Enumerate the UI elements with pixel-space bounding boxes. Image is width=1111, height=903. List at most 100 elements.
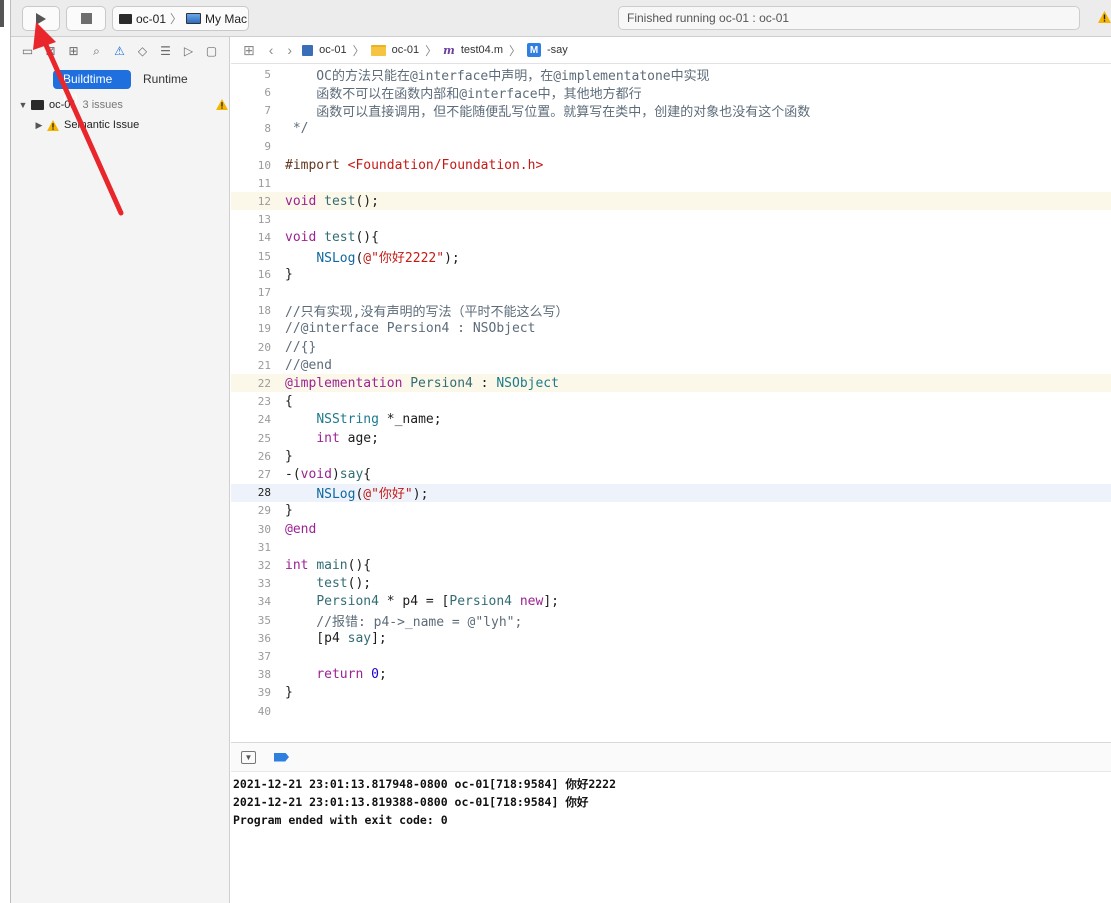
symbol-icon[interactable]: ⊞ — [65, 44, 82, 58]
terminal-target-icon — [119, 13, 132, 24]
code-line[interactable]: 28 NSLog(@"你好"); — [231, 483, 1111, 502]
line-number: 5 — [264, 67, 271, 81]
console-output[interactable]: 2021-12-21 23:01:13.817948-0800 oc-01[71… — [231, 772, 1111, 903]
back-button[interactable]: ‹ — [265, 42, 278, 58]
toolbar: oc-01 〉 My Mac Finished running oc-01 : … — [0, 0, 1111, 37]
run-button[interactable] — [22, 6, 60, 31]
report-icon[interactable]: ▢ — [203, 44, 220, 58]
mac-device-icon — [186, 13, 202, 24]
stop-icon — [80, 13, 92, 24]
code-text: @end — [285, 521, 317, 537]
breakpoint-icon[interactable]: ▷ — [180, 44, 197, 58]
code-text: @implementation Persion4 : NSObject — [285, 375, 559, 391]
code-line[interactable]: 6 函数不可以在函数内部和@interface中，其他地方都行 — [231, 83, 1111, 102]
code-text: */ — [285, 121, 309, 137]
play-icon — [36, 12, 46, 25]
code-text: } — [285, 685, 293, 701]
code-line[interactable]: 8 */ — [231, 120, 1111, 138]
code-line[interactable]: 20 //{} — [231, 338, 1111, 356]
code-line[interactable]: 40 — [231, 702, 1111, 720]
code-line[interactable]: 19 //@interface Persion4 : NSObject — [231, 320, 1111, 338]
code-line[interactable]: 10 #import <Foundation/Foundation.h> — [231, 156, 1111, 174]
code-text: Persion4 * p4 = [Persion4 new]; — [316, 594, 559, 610]
code-line[interactable]: 30 @end — [231, 520, 1111, 538]
code-line[interactable]: 11 — [231, 174, 1111, 192]
hide-debug-area-button[interactable]: ▼ — [241, 750, 256, 764]
code-line[interactable]: 33 test(); — [231, 575, 1111, 593]
code-line[interactable]: 22 @implementation Persion4 : NSObject — [231, 374, 1111, 393]
code-line[interactable]: 34 Persion4 * p4 = [Persion4 new]; — [231, 593, 1111, 611]
code-line[interactable]: 36 [p4 say]; — [231, 629, 1111, 647]
code-line[interactable]: 32 int main(){ — [231, 556, 1111, 574]
code-line[interactable]: 25 int age; — [231, 429, 1111, 447]
code-line[interactable]: 17 — [231, 283, 1111, 301]
code-line[interactable]: 5 OC的方法只能在@interface中声明，在@implementatone… — [231, 65, 1111, 84]
search-icon[interactable]: ⌕ — [88, 44, 105, 58]
code-line[interactable]: 26} — [231, 447, 1111, 465]
code-line[interactable]: 37 — [231, 647, 1111, 665]
code-line[interactable]: 35 //报错: p4->_name = @"lyh"; — [231, 611, 1111, 630]
code-text: int main(){ — [285, 557, 372, 573]
issue-group-row[interactable]: ▶ Semantic Issue — [33, 116, 140, 134]
code-text: //@end — [285, 357, 332, 373]
disclosure-open-icon[interactable]: ▼ — [17, 100, 29, 110]
chevron-right-icon: 〉 — [425, 43, 438, 58]
code-line[interactable]: 16} — [231, 265, 1111, 283]
code-text: //{} — [285, 339, 317, 355]
code-line[interactable]: 27 -(void)say{ — [231, 465, 1111, 483]
issue-navigator: ▭ ⊠ ⊞ ⌕ ⚠ ◇ ☰ ▷ ▢ Buildtime (3) Runtime … — [11, 37, 230, 903]
code-line[interactable]: 31 — [231, 538, 1111, 556]
scheme-target-label: oc-01 — [136, 11, 167, 26]
line-number: 39 — [257, 686, 271, 700]
code-line[interactable]: 29} — [231, 502, 1111, 520]
crumb-project[interactable]: oc-01 — [319, 44, 347, 56]
issue-icon[interactable]: ⚠ — [111, 44, 128, 58]
code-line[interactable]: 15 NSLog(@"你好2222"); — [231, 247, 1111, 266]
code-line[interactable]: 38 return 0; — [231, 666, 1111, 684]
line-number: 13 — [257, 213, 271, 227]
test-icon[interactable]: ◇ — [134, 44, 151, 58]
code-line[interactable]: 14 void test(){ — [231, 229, 1111, 247]
console-line: Program ended with exit code: 0 — [233, 813, 448, 827]
line-number: 8 — [264, 122, 271, 136]
line-number: 23 — [257, 395, 271, 409]
tab-buildtime[interactable]: Buildtime (3) — [53, 70, 131, 105]
crumb-file[interactable]: test04.m — [461, 44, 503, 56]
code-line[interactable]: 21 //@end — [231, 356, 1111, 374]
breakpoints-toggle-icon[interactable] — [274, 752, 289, 762]
line-number: 14 — [257, 231, 271, 245]
tab-runtime[interactable]: Runtime — [135, 70, 196, 89]
code-line[interactable]: 24 NSString *_name; — [231, 411, 1111, 429]
crumb-method[interactable]: -say — [547, 44, 568, 56]
code-text: } — [285, 448, 293, 464]
scheme-selector[interactable]: oc-01 〉 My Mac — [112, 6, 249, 31]
code-line[interactable]: 39} — [231, 684, 1111, 702]
disclosure-closed-icon[interactable]: ▶ — [33, 120, 45, 131]
line-number: 34 — [257, 595, 271, 609]
source-editor[interactable]: 5 OC的方法只能在@interface中声明，在@implementatone… — [231, 64, 1111, 742]
source-control-icon[interactable]: ⊠ — [42, 44, 59, 58]
code-text: 函数不可以在函数内部和@interface中，其他地方都行 — [285, 86, 642, 102]
line-number: 32 — [257, 558, 271, 572]
code-line[interactable]: 12 void test(); — [231, 192, 1111, 211]
folder-icon[interactable]: ▭ — [19, 44, 36, 58]
crumb-group[interactable]: oc-01 — [392, 44, 420, 56]
code-text: } — [285, 266, 293, 282]
code-line[interactable]: 7 函数可以直接调用，但不能随便乱写位置。就算写在类中，创建的对象也没有这个函数 — [231, 101, 1111, 120]
line-number: 22 — [257, 376, 271, 390]
warning-icon[interactable] — [1098, 11, 1111, 23]
debug-icon[interactable]: ☰ — [157, 44, 174, 58]
line-number: 29 — [257, 504, 271, 518]
m-file-icon: m — [443, 43, 455, 57]
line-number: 40 — [257, 704, 271, 718]
project-issue-row[interactable]: ▼ oc-01 3 issues — [17, 96, 123, 114]
forward-button[interactable]: › — [283, 42, 296, 58]
related-items-icon[interactable]: ⊞ — [239, 42, 259, 59]
code-line[interactable]: 13 — [231, 211, 1111, 229]
stop-button[interactable] — [66, 6, 106, 31]
code-line[interactable]: 9 — [231, 138, 1111, 156]
code-line[interactable]: 23 { — [231, 393, 1111, 411]
chevron-right-icon: 〉 — [170, 12, 183, 26]
code-line[interactable]: 18 //只有实现,没有声明的写法（平时不能这么写） — [231, 302, 1111, 320]
line-number: 26 — [257, 449, 271, 463]
